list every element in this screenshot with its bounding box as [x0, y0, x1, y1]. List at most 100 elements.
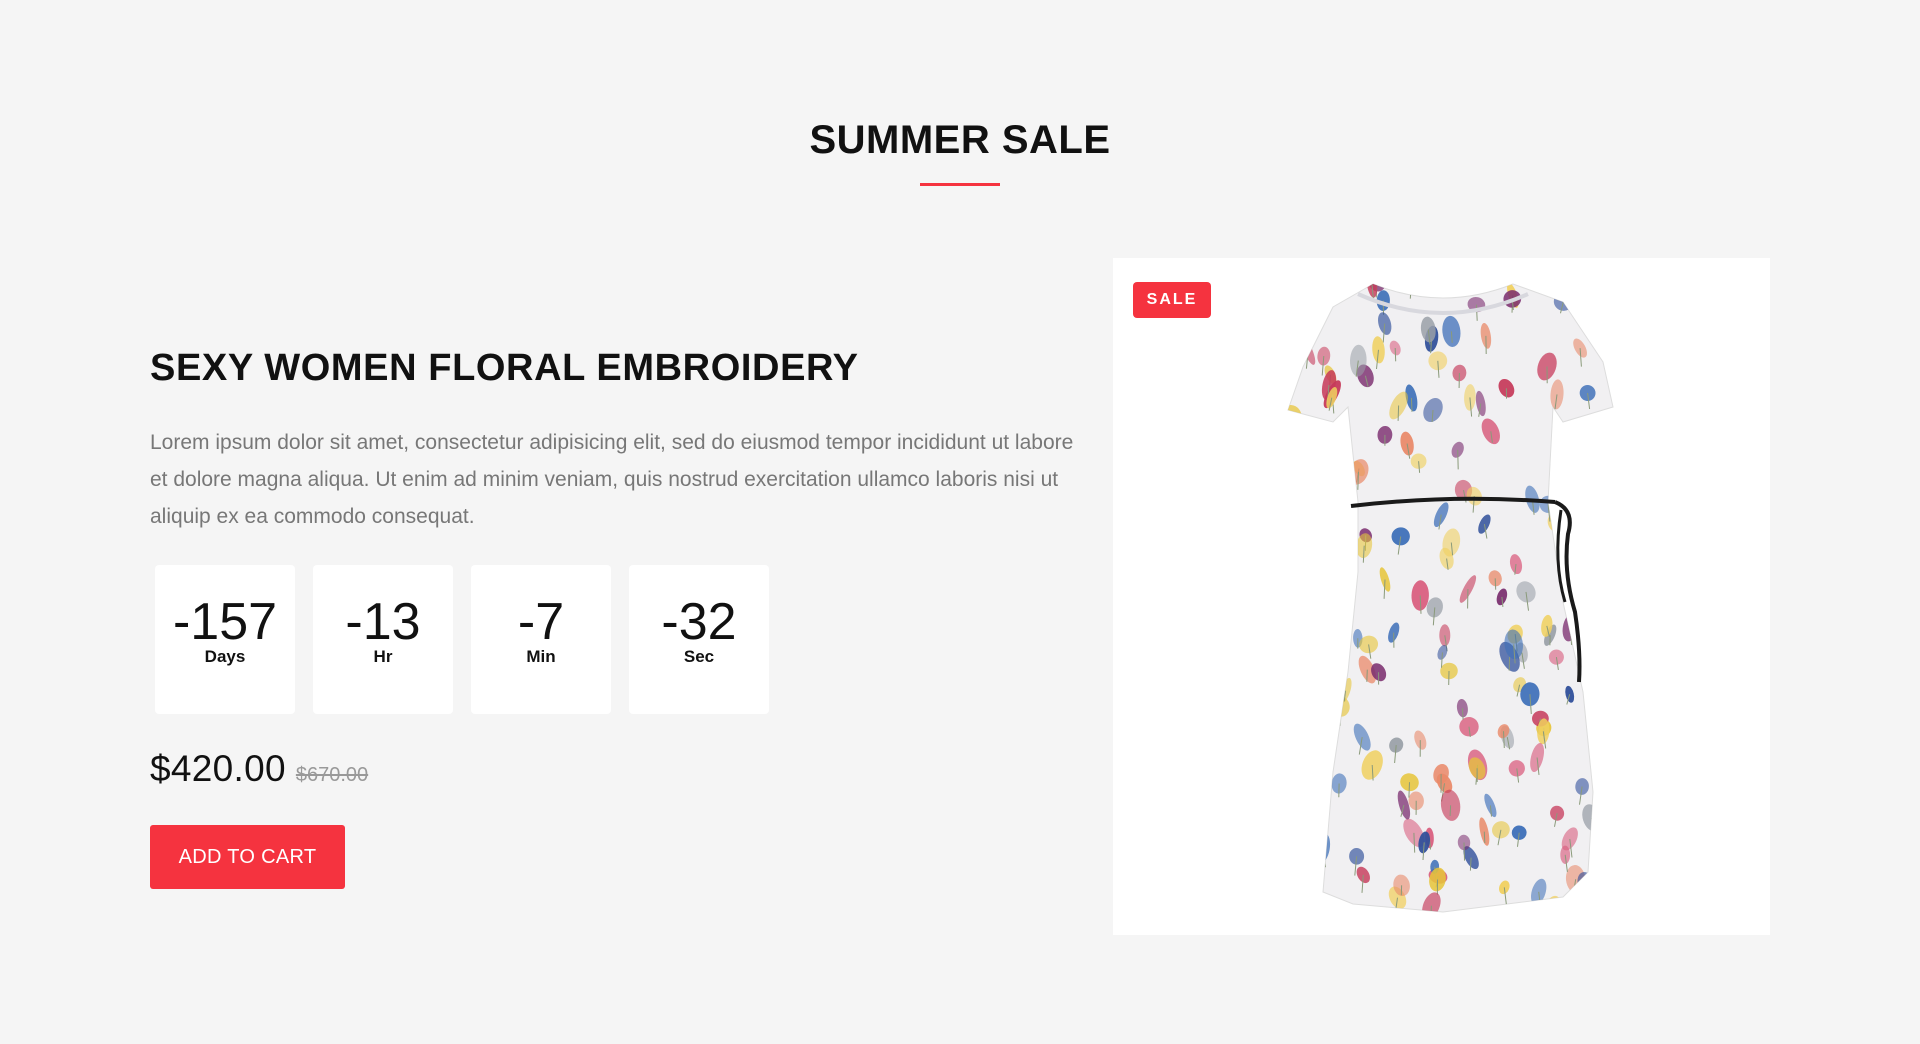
- countdown-timer: -157 Days -13 Hr -7 Min -32 Sec: [155, 565, 769, 714]
- floral-print-petal: [1313, 465, 1332, 490]
- current-price: $420.00: [150, 748, 286, 789]
- product-image-card[interactable]: SALE: [1113, 258, 1770, 935]
- floral-print-stem: [1312, 743, 1315, 760]
- floral-print-stem: [1552, 903, 1554, 912]
- countdown-label: Hr: [373, 647, 393, 666]
- price-row: $420.00 $670.00: [150, 748, 368, 790]
- floral-print-stem: [1288, 777, 1291, 797]
- floral-print-stem: [1310, 609, 1314, 629]
- countdown-hours: -13 Hr: [313, 565, 453, 714]
- floral-print-stem: [1463, 842, 1465, 861]
- floral-print-stem: [1586, 885, 1588, 901]
- countdown-days: -157 Days: [155, 565, 295, 714]
- countdown-label: Days: [204, 647, 246, 666]
- floral-print-stem: [1397, 405, 1400, 421]
- countdown-label: Sec: [683, 647, 715, 666]
- floral-print-petal: [1308, 593, 1318, 626]
- countdown-value: -32: [661, 593, 737, 651]
- floral-print-petal: [1598, 439, 1613, 459]
- floral-print-stem: [1282, 589, 1283, 603]
- floral-print-stem: [1321, 477, 1324, 491]
- countdown-value: -7: [517, 593, 565, 651]
- floral-print-stem: [1591, 817, 1595, 829]
- floral-print-stem: [1606, 583, 1610, 602]
- countdown-value: -13: [345, 593, 421, 651]
- floral-print-stem: [1291, 415, 1294, 429]
- floral-print-stem: [1297, 323, 1300, 343]
- floral-print-petal: [1326, 500, 1339, 518]
- floral-print-petal: [1298, 533, 1314, 559]
- floral-print-stem: [1325, 486, 1329, 500]
- floral-print-stem: [1582, 620, 1586, 636]
- floral-print-stem: [1394, 347, 1397, 362]
- floral-print-stem: [1330, 508, 1333, 524]
- floral-print-petal: [1288, 577, 1290, 601]
- floral-print-petal: [1288, 480, 1298, 512]
- floral-print-petal: [1309, 729, 1320, 758]
- floral-print-stem: [1366, 669, 1368, 682]
- floral-print-stem: [1307, 318, 1311, 332]
- sale-badge: SALE: [1133, 282, 1211, 318]
- floral-print-stem: [1290, 620, 1294, 637]
- floral-print-stem: [1469, 857, 1472, 871]
- section-title: SUMMER SALE: [809, 118, 1111, 162]
- add-to-cart-button[interactable]: ADD TO CART: [150, 825, 345, 889]
- floral-print-stem: [1604, 448, 1609, 461]
- countdown-seconds: -32 Sec: [629, 565, 769, 714]
- floral-print-petal: [1288, 771, 1296, 790]
- floral-print-stem: [1288, 496, 1290, 508]
- floral-print-petal: [1293, 432, 1310, 455]
- floral-print-petal: [1300, 310, 1321, 328]
- countdown-minutes: -7 Min: [471, 565, 611, 714]
- floral-print-petal: [1290, 309, 1306, 338]
- dress-image: [1282, 283, 1614, 913]
- floral-print-stem: [1288, 780, 1289, 794]
- product-description: Lorem ipsum dolor sit amet, consectetur …: [150, 431, 1074, 528]
- floral-print-stem: [1461, 708, 1464, 720]
- floral-print-stem: [1430, 905, 1432, 912]
- floral-print-stem: [1303, 545, 1307, 558]
- floral-print-petal: [1587, 284, 1606, 297]
- countdown-value: -157: [172, 593, 278, 651]
- floral-print-stem: [1335, 662, 1338, 676]
- old-price: $670.00: [295, 764, 369, 786]
- floral-print-stem: [1303, 300, 1308, 314]
- floral-print-stem: [1483, 831, 1486, 844]
- floral-print-petal: [1297, 292, 1310, 308]
- floral-print-stem: [1410, 397, 1413, 412]
- floral-print-stem: [1572, 578, 1576, 591]
- title-underline: [920, 183, 1000, 186]
- floral-print-petal: [1585, 513, 1595, 535]
- floral-print-stem: [1449, 805, 1452, 817]
- floral-print-stem: [1285, 509, 1287, 525]
- floral-print-petal: [1288, 501, 1293, 517]
- floral-print-stem: [1343, 479, 1347, 499]
- floral-print-stem: [1457, 449, 1459, 470]
- floral-print-petal: [1288, 764, 1298, 791]
- floral-print-stem: [1357, 471, 1359, 490]
- floral-print-stem: [1294, 684, 1297, 701]
- floral-print-petal: [1595, 421, 1607, 439]
- floral-print-stem: [1597, 430, 1602, 444]
- floral-print-stem: [1594, 284, 1597, 297]
- floral-print-stem: [1300, 443, 1303, 455]
- floral-print-stem: [1292, 553, 1297, 568]
- floral-print-petal: [1337, 536, 1354, 556]
- floral-print-stem: [1586, 683, 1591, 698]
- floral-print-petal: [1599, 574, 1613, 592]
- floral-print-petal: [1289, 676, 1301, 693]
- countdown-label: Min: [526, 647, 556, 666]
- floral-print-stem: [1599, 820, 1604, 831]
- floral-print-petal: [1288, 475, 1297, 497]
- floral-print-petal: [1314, 569, 1324, 597]
- floral-print-petal: [1316, 475, 1335, 499]
- floral-print-stem: [1554, 522, 1558, 539]
- floral-print-stem: [1317, 583, 1320, 603]
- floral-print-stem: [1328, 755, 1332, 772]
- product-info: SEXY WOMEN FLORAL EMBROIDERY Lorem ipsum…: [150, 340, 1090, 535]
- floral-print-stem: [1289, 485, 1292, 506]
- floral-print-petal: [1288, 540, 1304, 568]
- floral-print-petal: [1406, 284, 1417, 294]
- floral-print-petal: [1288, 611, 1299, 630]
- floral-print-stem: [1593, 657, 1597, 671]
